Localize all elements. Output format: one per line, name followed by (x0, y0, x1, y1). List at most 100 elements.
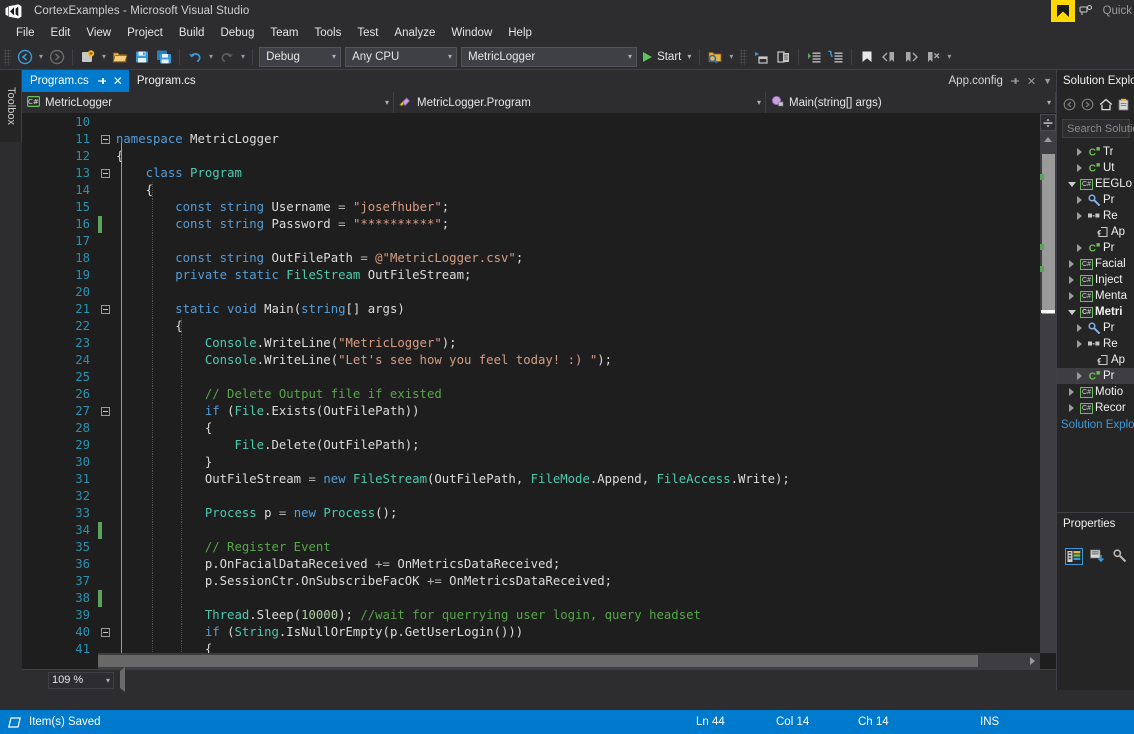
close-icon[interactable]: ✕ (113, 75, 123, 87)
solution-tree-item[interactable]: C# Recor (1057, 400, 1134, 416)
navigate-forward-icon[interactable] (46, 46, 68, 68)
menu-test[interactable]: Test (349, 25, 386, 41)
fold-collapse-icon[interactable] (94, 135, 116, 144)
solution-tree-item[interactable]: Pr (1057, 192, 1134, 208)
close-icon[interactable]: ✕ (1027, 75, 1036, 88)
code-editor-surface[interactable]: 10 11 namespace MetricLogger 12 {13 class Pr… (22, 114, 1056, 669)
code-line[interactable]: 34 (22, 522, 790, 539)
solution-tree-item[interactable]: Re (1057, 336, 1134, 352)
send-feedback-icon[interactable] (1075, 0, 1097, 22)
code-line[interactable]: 31 OutFileStream = new FileStream(OutFil… (22, 471, 790, 488)
chevron-right-icon[interactable] (1073, 196, 1086, 204)
solution-tree-item[interactable]: C# Motio (1057, 384, 1134, 400)
events-icon[interactable] (1088, 548, 1106, 565)
fold-collapse-icon[interactable] (94, 169, 116, 178)
step-over-icon[interactable] (772, 46, 794, 68)
start-debug-button[interactable]: Start ▾ (639, 46, 695, 68)
solution-tree-item[interactable]: Re (1057, 208, 1134, 224)
horizontal-scroll-thumb[interactable] (98, 655, 978, 667)
code-line[interactable]: 14 { (22, 182, 790, 199)
code-line[interactable]: 40 if (String.IsNullOrEmpty(p.GetUserLog… (22, 624, 790, 641)
code-line[interactable]: 15 const string Username = "josefhuber"; (22, 199, 790, 216)
code-line[interactable]: 24 Console.WriteLine("Let's see how you … (22, 352, 790, 369)
pin-icon[interactable] (1010, 76, 1020, 86)
chevron-right-icon[interactable] (1073, 212, 1086, 220)
code-line[interactable]: 27 if (File.Exists(OutFilePath)) (22, 403, 790, 420)
tab-app-config[interactable]: App.config (949, 75, 1003, 87)
undo-icon[interactable] (184, 46, 206, 68)
code-line[interactable]: 13 class Program (22, 165, 790, 182)
chevron-right-icon[interactable] (1065, 404, 1078, 412)
new-project-icon[interactable] (77, 46, 99, 68)
navbar-project-select[interactable]: C# MetricLogger ▾ (22, 92, 394, 113)
menu-edit[interactable]: Edit (43, 25, 79, 41)
code-line[interactable]: 38 (22, 590, 790, 607)
categorized-icon[interactable] (1065, 547, 1083, 565)
new-project-dropdown-icon[interactable]: ▾ (99, 46, 109, 68)
menu-build[interactable]: Build (171, 25, 213, 41)
notification-badge-icon[interactable] (1050, 0, 1075, 22)
code-line[interactable]: 33 Process p = new Process(); (22, 505, 790, 522)
scroll-right-icon[interactable] (1024, 653, 1040, 669)
code-line[interactable]: 21 static void Main(string[] args) (22, 301, 790, 318)
chevron-right-icon[interactable] (1073, 372, 1086, 380)
previous-bookmark-icon[interactable] (878, 46, 900, 68)
solution-tree-item[interactable]: Pr (1057, 320, 1134, 336)
code-line[interactable]: 25 (22, 369, 790, 386)
code-line[interactable]: 26 // Delete Output file if existed (22, 386, 790, 403)
tab-program-cs-secondary[interactable]: Program.cs (128, 70, 202, 92)
menu-analyze[interactable]: Analyze (386, 25, 443, 41)
chevron-down-icon[interactable] (1065, 181, 1078, 187)
code-line[interactable]: 37 p.SessionCtr.OnSubscribeFacOK += OnMe… (22, 573, 790, 590)
code-line[interactable]: 17 (22, 233, 790, 250)
save-all-icon[interactable] (153, 46, 175, 68)
fold-collapse-icon[interactable] (94, 407, 116, 416)
home-icon[interactable] (1098, 97, 1113, 112)
code-line[interactable]: 11 namespace MetricLogger (22, 131, 790, 148)
editor-horizontal-scrollbar[interactable] (22, 653, 1056, 669)
redo-icon[interactable] (216, 46, 238, 68)
solution-explorer-footer-tab[interactable]: Solution Explo (1057, 416, 1134, 434)
zoom-level-select[interactable]: 109 % ▾ (48, 671, 114, 689)
code-line[interactable]: 29 File.Delete(OutFilePath); (22, 437, 790, 454)
solution-tree-item[interactable]: C■ Pr (1057, 240, 1134, 256)
code-line[interactable]: 16 const string Password = "**********"; (22, 216, 790, 233)
previous-view-icon[interactable] (120, 667, 125, 692)
chevron-right-icon[interactable] (1073, 244, 1086, 252)
code-line[interactable]: 22 { (22, 318, 790, 335)
menu-debug[interactable]: Debug (212, 25, 262, 41)
toolbar-overflow-icon[interactable]: ▾ (944, 46, 954, 68)
code-line[interactable]: 35 // Register Event (22, 539, 790, 556)
code-line[interactable]: 36 p.OnFacialDataReceived += OnMetricsDa… (22, 556, 790, 573)
toolbar-grip[interactable] (740, 48, 748, 65)
save-icon[interactable] (131, 46, 153, 68)
find-dropdown-icon[interactable]: ▾ (726, 46, 736, 68)
next-bookmark-icon[interactable] (900, 46, 922, 68)
pending-changes-icon[interactable] (1116, 97, 1131, 112)
code-line[interactable]: 23 Console.WriteLine("MetricLogger"); (22, 335, 790, 352)
solution-tree-item[interactable]: C■ Tr (1057, 144, 1134, 160)
solution-tree-item[interactable]: C# Facial (1057, 256, 1134, 272)
code-line[interactable]: 12 { (22, 148, 790, 165)
code-line[interactable]: 20 (22, 284, 790, 301)
quick-launch-input[interactable]: Quick (1103, 5, 1134, 17)
solution-configuration-select[interactable]: Debug ▾ (259, 46, 342, 67)
find-in-files-icon[interactable] (704, 46, 726, 68)
solution-tree-item[interactable]: Ap (1057, 352, 1134, 368)
code-line[interactable]: 30 } (22, 454, 790, 471)
chevron-right-icon[interactable] (1073, 148, 1086, 156)
back-icon[interactable] (1062, 97, 1077, 112)
toolbar-grip[interactable] (4, 48, 11, 65)
navbar-type-select[interactable]: MetricLogger.Program ▾ (394, 92, 766, 113)
increase-indent-icon[interactable] (803, 46, 825, 68)
chevron-right-icon[interactable] (1065, 292, 1078, 300)
solution-tree-item[interactable]: C# Menta (1057, 288, 1134, 304)
chevron-right-icon[interactable] (1073, 324, 1086, 332)
chevron-right-icon[interactable] (1073, 164, 1086, 172)
chevron-right-icon[interactable] (1065, 260, 1078, 268)
code-line[interactable]: 19 private static FileStream OutFileStre… (22, 267, 790, 284)
fold-collapse-icon[interactable] (94, 305, 116, 314)
menu-project[interactable]: Project (119, 25, 171, 41)
navbar-member-select[interactable]: Main(string[] args) ▾ (766, 92, 1056, 113)
undo-dropdown-icon[interactable]: ▾ (206, 46, 216, 68)
